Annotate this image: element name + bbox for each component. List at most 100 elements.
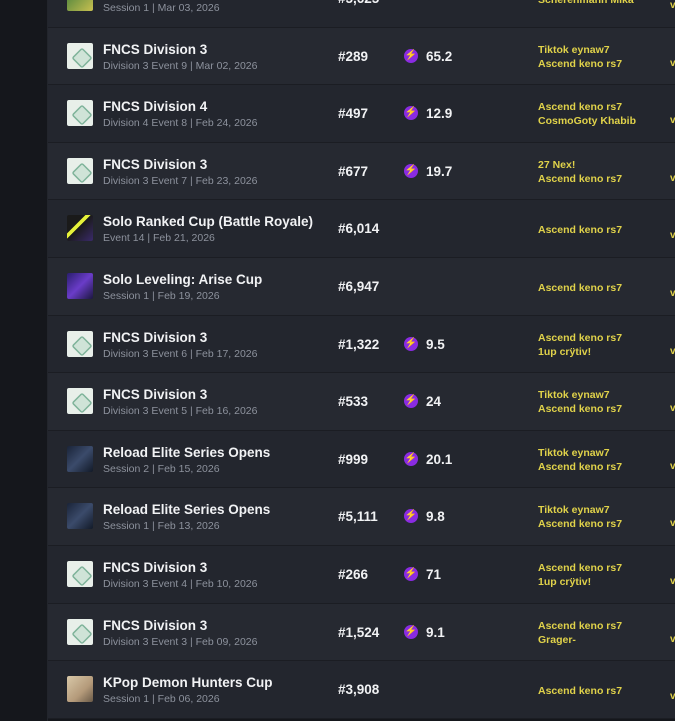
event-title[interactable]: Reload Elite Series Opens	[103, 502, 270, 517]
placement-rank: #289	[338, 48, 369, 64]
tournament-row[interactable]: Solo Ranked Cup (Battle Royale) Event 14 …	[48, 200, 675, 258]
event-subtitle: Session 1 | Mar 03, 2026	[103, 2, 220, 14]
event-title[interactable]: FNCS Division 3	[103, 387, 207, 402]
event-title[interactable]: FNCS Division 3	[103, 157, 207, 172]
tournament-row[interactable]: FNCS Division 3 Division 3 Event 5 | Feb …	[48, 373, 675, 431]
tournament-row[interactable]: FNCS Division 3 Division 3 Event 4 | Feb …	[48, 545, 675, 604]
tournament-row[interactable]: KPop Demon Hunters Cup Session 1 | Feb 06…	[48, 661, 675, 719]
placement-rank: #1,322	[338, 336, 380, 352]
event-title[interactable]: FNCS Division 3	[103, 42, 207, 57]
event-subtitle: Session 1 | Feb 13, 2026	[103, 520, 220, 533]
row-expand-chevron-icon[interactable]: v	[670, 230, 675, 241]
event-title[interactable]: FNCS Division 3	[103, 618, 207, 633]
event-thumbnail-icon	[67, 445, 93, 472]
event-subtitle: Division 3 Event 5 | Feb 16, 2026	[103, 405, 258, 418]
event-title[interactable]: Solo Ranked Cup (Battle Royale)	[103, 214, 313, 229]
event-thumbnail-icon	[67, 676, 93, 703]
teammate-name[interactable]: Ascend keno rs7	[538, 619, 622, 633]
teammate-name[interactable]: Ascend keno rs7	[538, 100, 636, 114]
placement-rank: #6,947	[338, 278, 380, 294]
teammate-name[interactable]: Ascend keno rs7	[538, 223, 622, 237]
teammate-name[interactable]: Ascend keno rs7	[538, 561, 622, 575]
event-subtitle: Division 3 Event 3 | Feb 09, 2026	[103, 635, 258, 648]
row-expand-chevron-icon[interactable]: v	[670, 288, 675, 299]
row-expand-chevron-icon[interactable]: v	[670, 518, 675, 529]
event-thumbnail-icon	[67, 100, 93, 127]
event-thumbnail-icon	[67, 42, 93, 69]
tournament-row[interactable]: Reload Elite Series Opens Session 2 | Feb…	[48, 430, 675, 489]
placement-rank: #1,524	[338, 624, 380, 640]
teammates-list: Tiktok eynaw7 Ascend keno rs7	[538, 43, 622, 71]
teammate-name[interactable]: CosmoGoty Khabib	[538, 114, 636, 128]
row-expand-chevron-icon[interactable]: v	[670, 691, 675, 702]
event-title[interactable]: Reload Elite Series Opens	[103, 445, 270, 460]
event-subtitle: Session 1 | Feb 19, 2026	[103, 289, 220, 302]
event-title[interactable]: FNCS Division 3	[103, 330, 207, 345]
teammate-name[interactable]: Grager-	[538, 633, 622, 647]
teammates-list: Ascend keno rs7	[538, 684, 622, 698]
event-thumbnail-icon	[67, 560, 93, 587]
teammate-name[interactable]: 27 Nex!	[538, 158, 622, 172]
row-expand-chevron-icon[interactable]: v	[670, 461, 675, 472]
teammates-list: Ascend keno rs7 1up crÿtiv!	[538, 331, 622, 359]
teammate-name[interactable]: Ascend keno rs7	[538, 517, 622, 531]
row-expand-chevron-icon[interactable]: v	[670, 634, 675, 645]
teammates-list: Ascend keno rs7 CosmoGoty Khabib	[538, 100, 636, 128]
teammate-name[interactable]: Ascend keno rs7	[538, 684, 622, 698]
teammate-name[interactable]: Ascend keno rs7	[538, 281, 622, 295]
lightning-bolt-icon: ⚡	[404, 163, 418, 178]
tournament-row[interactable]: FNCS Division 3 Division 3 Event 7 | Feb …	[48, 142, 675, 201]
tournament-row[interactable]: FNCS Division 3 Division 3 Event 3 | Feb …	[48, 603, 675, 662]
left-sidebar	[0, 0, 48, 721]
event-title[interactable]: Solo Leveling: Arise Cup	[103, 272, 262, 287]
teammates-list: 27 Nex! Ascend keno rs7	[538, 158, 622, 186]
teammate-name[interactable]: Ascend keno rs7	[538, 402, 622, 416]
tournament-row[interactable]: Reload Elite Series Opens Session 1 | Feb…	[48, 488, 675, 546]
teammate-name[interactable]: 1up crÿtiv!	[538, 345, 622, 359]
power-points: 9.1	[426, 624, 445, 640]
power-points: 9.8	[426, 509, 445, 525]
tournament-history-list: Session 1 | Mar 03, 2026 #5,625 Scherenman…	[48, 0, 675, 719]
teammate-name[interactable]: Ascend keno rs7	[538, 331, 622, 345]
teammate-name[interactable]: Ascend keno rs7	[538, 460, 622, 474]
lightning-bolt-icon: ⚡	[404, 394, 418, 409]
event-subtitle: Event 14 | Feb 21, 2026	[103, 232, 215, 245]
event-title[interactable]: FNCS Division 3	[103, 560, 207, 575]
row-expand-chevron-icon[interactable]: v	[670, 576, 675, 587]
teammate-name[interactable]: Ascend keno rs7	[538, 57, 622, 71]
row-expand-chevron-icon[interactable]: v	[670, 173, 675, 184]
teammate-name[interactable]: Tiktok eynaw7	[538, 388, 622, 402]
row-expand-chevron-icon[interactable]: v	[670, 115, 675, 126]
power-points: 20.1	[426, 451, 453, 467]
lightning-bolt-icon: ⚡	[404, 509, 418, 524]
teammates-list: Ascend keno rs7	[538, 281, 622, 295]
teammates-list: Ascend keno rs7 1up crÿtiv!	[538, 561, 622, 589]
power-points: 24	[426, 394, 442, 410]
teammate-name[interactable]: Tiktok eynaw7	[538, 43, 622, 57]
placement-rank: #677	[338, 163, 369, 179]
event-title[interactable]: KPop Demon Hunters Cup	[103, 675, 273, 690]
teammate-name[interactable]: Tiktok eynaw7	[538, 503, 622, 517]
placement-rank: #497	[338, 106, 369, 122]
row-expand-chevron-icon[interactable]: v	[670, 403, 675, 414]
event-title[interactable]: FNCS Division 4	[103, 99, 207, 114]
tournament-row[interactable]: Session 1 | Mar 03, 2026 #5,625 Scherenman…	[48, 0, 675, 28]
teammate-name[interactable]: Ascend keno rs7	[538, 172, 622, 186]
placement-rank: #3,908	[338, 682, 380, 698]
teammates-list: Scherenmann Mika	[538, 0, 634, 7]
row-expand-chevron-icon[interactable]: v	[670, 346, 675, 357]
tournament-row[interactable]: FNCS Division 4 Division 4 Event 8 | Feb …	[48, 85, 675, 143]
tournament-row[interactable]: FNCS Division 3 Division 3 Event 6 | Feb …	[48, 315, 675, 374]
teammate-name[interactable]: 1up crÿtiv!	[538, 575, 622, 589]
event-thumbnail-icon	[67, 0, 93, 11]
tournament-row[interactable]: Solo Leveling: Arise Cup Session 1 | Feb …	[48, 257, 675, 316]
event-subtitle: Division 3 Event 4 | Feb 10, 2026	[103, 577, 258, 590]
lightning-bolt-icon: ⚡	[404, 336, 418, 351]
row-expand-chevron-icon[interactable]: v	[670, 0, 675, 11]
tournament-row[interactable]: FNCS Division 3 Division 3 Event 9 | Mar …	[48, 27, 675, 86]
event-thumbnail-icon	[67, 330, 93, 357]
teammate-name[interactable]: Tiktok eynaw7	[538, 446, 622, 460]
placement-rank: #266	[338, 566, 369, 582]
teammate-name[interactable]: Scherenmann Mika	[538, 0, 634, 7]
row-expand-chevron-icon[interactable]: v	[670, 58, 675, 69]
